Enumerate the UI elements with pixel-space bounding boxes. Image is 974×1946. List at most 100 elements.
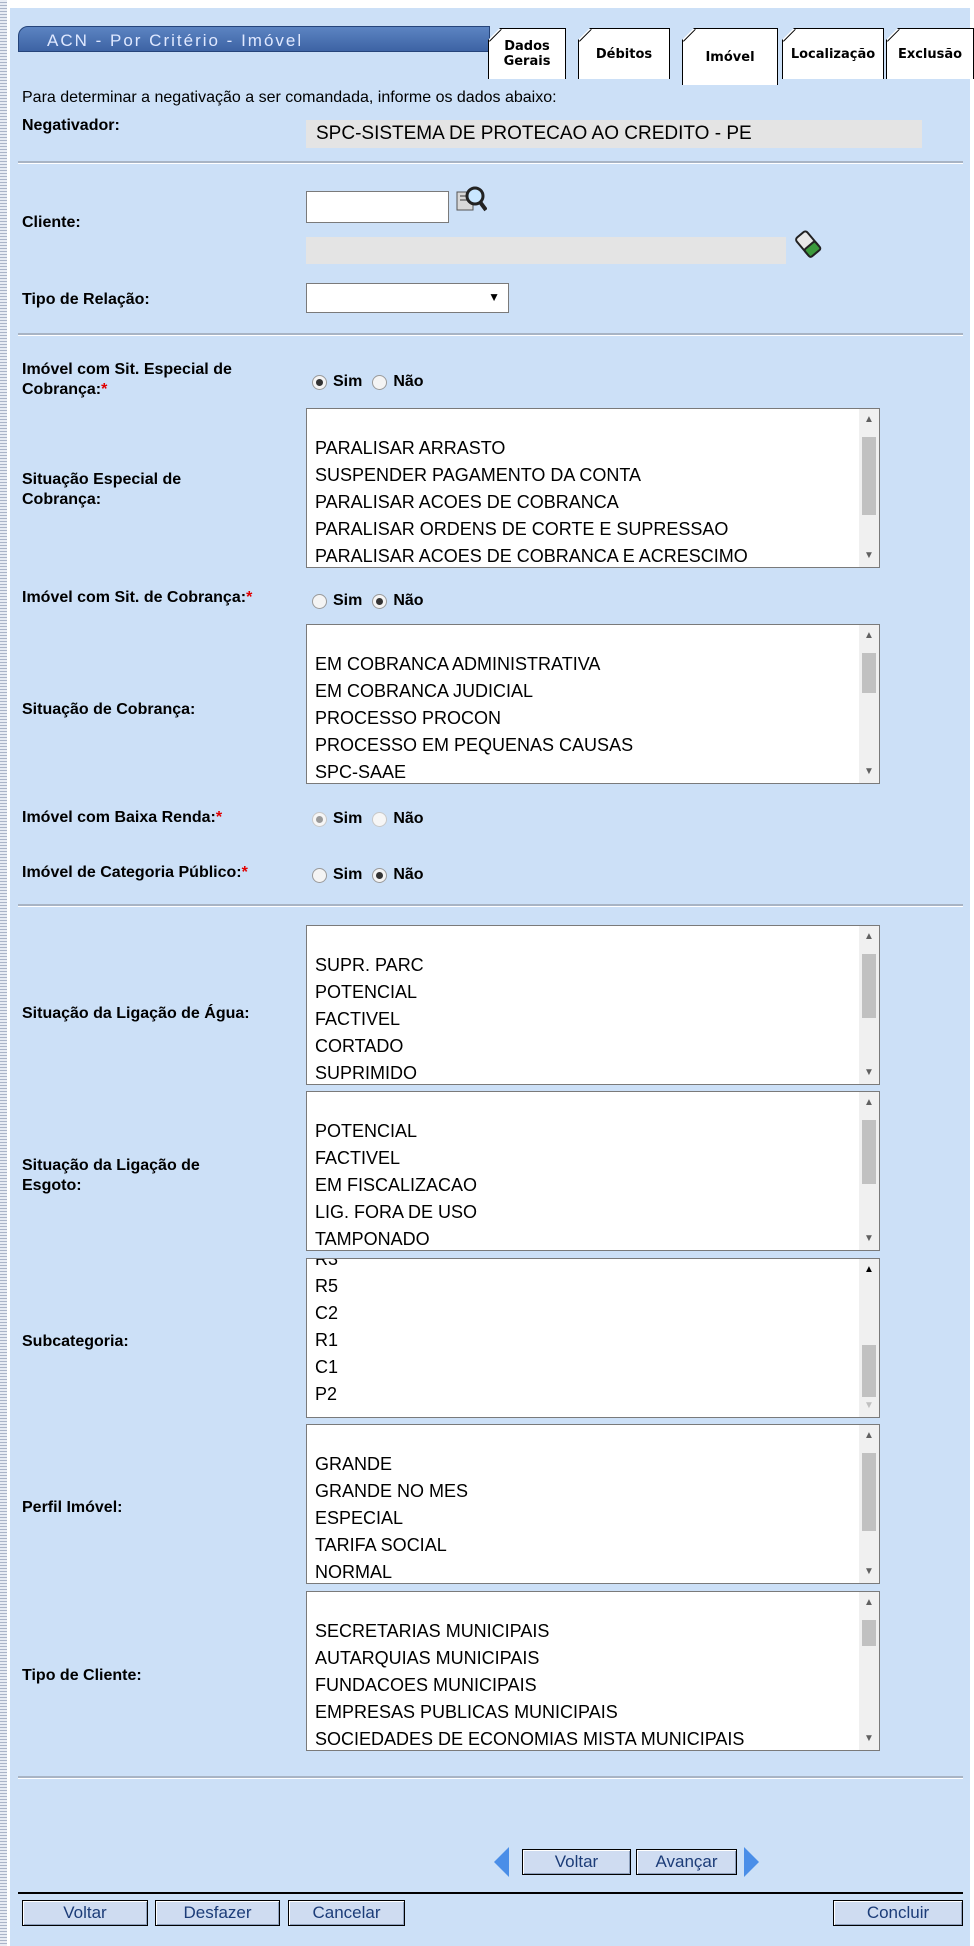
list-option[interactable]: PARALISAR ORDENS DE CORTE E SUPRESSAO <box>315 516 748 543</box>
list-option[interactable]: R3 <box>315 1259 338 1273</box>
cliente-input[interactable] <box>306 191 449 223</box>
scroll-thumb[interactable] <box>862 437 876 515</box>
scrollbar[interactable]: ▲ ▼ <box>859 1425 879 1583</box>
tab-exclusao[interactable]: Exclusão <box>886 28 974 79</box>
scrollbar[interactable]: ▲ ▼ <box>859 1092 879 1250</box>
list-option[interactable]: TAMPONADO <box>315 1226 477 1250</box>
footer-cancelar-button[interactable]: Cancelar <box>288 1900 405 1926</box>
tab-label: Imóvel <box>705 49 755 65</box>
list-option[interactable]: PROCESSO EM PEQUENAS CAUSAS <box>315 732 633 759</box>
list-option[interactable]: SOCIEDADES DE ECONOMIAS MISTA MUNICIPAIS <box>315 1726 744 1750</box>
scroll-down-icon[interactable]: ▼ <box>859 763 879 781</box>
scroll-thumb[interactable] <box>862 954 876 1018</box>
perfil-imovel-listbox[interactable]: GRANDE GRANDE NO MES ESPECIAL TARIFA SOC… <box>306 1424 880 1584</box>
ligacao-esgoto-label: Situação da Ligação de Esgoto: <box>22 1156 200 1196</box>
list-option[interactable]: C2 <box>315 1300 338 1327</box>
scroll-up-icon[interactable]: ▲ <box>859 627 879 645</box>
scroll-thumb[interactable] <box>862 1620 876 1646</box>
scroll-down-icon[interactable]: ▼ <box>859 1563 879 1581</box>
scrollbar[interactable]: ▲ ▼ <box>859 926 879 1084</box>
list-option[interactable]: SUPRIMIDO <box>315 1060 424 1084</box>
list-option[interactable]: PARALISAR ACOES DE COBRANCA E ACRESCIMO <box>315 543 748 567</box>
scrollbar[interactable]: ▲ ▼ <box>859 409 879 567</box>
list-option[interactable]: R1 <box>315 1327 338 1354</box>
sit-especial-nao-radio[interactable] <box>372 374 388 390</box>
scroll-down-icon[interactable]: ▼ <box>859 1064 879 1082</box>
scroll-down-icon[interactable]: ▼ <box>859 547 879 565</box>
list-option[interactable]: C1 <box>315 1354 338 1381</box>
list-option[interactable]: PARALISAR ARRASTO <box>315 435 748 462</box>
list-option[interactable]: FACTIVEL <box>315 1006 424 1033</box>
scroll-down-icon[interactable]: ▼ <box>859 1730 879 1748</box>
tab-dados-gerais[interactable]: Dados Gerais <box>488 28 566 79</box>
nav-avancar-button[interactable]: Avançar <box>636 1849 737 1875</box>
list-option[interactable]: EM FISCALIZACAO <box>315 1172 477 1199</box>
list-option[interactable]: PROCESSO PROCON <box>315 705 633 732</box>
categoria-publico-nao-radio[interactable] <box>372 867 388 883</box>
tab-imovel[interactable]: Imóvel <box>682 28 778 85</box>
list-option[interactable]: PARALISAR ACOES DE COBRANCA <box>315 489 748 516</box>
scroll-up-icon[interactable]: ▲ <box>859 1427 879 1445</box>
list-option[interactable]: EM COBRANCA JUDICIAL <box>315 678 633 705</box>
scroll-up-icon[interactable]: ▲ <box>859 411 879 429</box>
list-option[interactable]: SPC-SAAE <box>315 759 633 783</box>
categoria-publico-sim-radio[interactable] <box>312 867 327 883</box>
sit-especial-radio-group: Sim Não <box>312 373 424 391</box>
scroll-up-icon[interactable]: ▲ <box>859 1594 879 1612</box>
tipo-relacao-select[interactable]: ▼ <box>306 283 509 313</box>
search-icon[interactable] <box>455 184 488 221</box>
scrollbar[interactable]: ▲ ▼ <box>859 1259 879 1417</box>
scroll-thumb[interactable] <box>862 1120 876 1184</box>
label-text: Imóvel com Sit. de Cobrança: <box>22 589 247 606</box>
chevron-down-icon: ▼ <box>488 290 500 304</box>
situacao-especial-listbox[interactable]: PARALISAR ARRASTO SUSPENDER PAGAMENTO DA… <box>306 408 880 568</box>
list-option[interactable]: TARIFA SOCIAL <box>315 1532 468 1559</box>
scroll-thumb[interactable] <box>862 1453 876 1531</box>
scroll-down-icon[interactable]: ▼ <box>859 1397 879 1415</box>
subcategoria-listbox[interactable]: R3 R5 C2 R1 C1 P2 ▲ ▼ <box>306 1258 880 1418</box>
situacao-cobranca-listbox[interactable]: EM COBRANCA ADMINISTRATIVA EM COBRANCA J… <box>306 624 880 784</box>
list-option[interactable]: SUPR. PARC <box>315 952 424 979</box>
eraser-icon[interactable] <box>792 228 824 265</box>
sit-cobranca-sim-radio[interactable] <box>312 593 327 609</box>
footer-concluir-button[interactable]: Concluir <box>833 1900 963 1926</box>
list-option[interactable]: P2 <box>315 1381 338 1408</box>
list-option[interactable]: R5 <box>315 1273 338 1300</box>
scroll-up-icon[interactable]: ▲ <box>859 1094 879 1112</box>
tipo-cliente-listbox[interactable]: SECRETARIAS MUNICIPAIS AUTARQUIAS MUNICI… <box>306 1591 880 1751</box>
sit-especial-sim-radio[interactable] <box>312 374 327 390</box>
list-option[interactable]: SECRETARIAS MUNICIPAIS <box>315 1618 744 1645</box>
ligacao-esgoto-listbox[interactable]: POTENCIAL FACTIVEL EM FISCALIZACAO LIG. … <box>306 1091 880 1251</box>
label-text: Imóvel de Categoria Público: <box>22 864 242 881</box>
footer-voltar-button[interactable]: Voltar <box>22 1900 148 1926</box>
tab-debitos[interactable]: Débitos <box>578 28 670 79</box>
arrow-left-icon[interactable] <box>494 1847 509 1877</box>
scrollbar[interactable]: ▲ ▼ <box>859 1592 879 1750</box>
arrow-right-icon[interactable] <box>744 1847 759 1877</box>
list-option[interactable]: GRANDE <box>315 1451 468 1478</box>
footer-desfazer-button[interactable]: Desfazer <box>155 1900 280 1926</box>
ligacao-agua-listbox[interactable]: SUPR. PARC POTENCIAL FACTIVEL CORTADO SU… <box>306 925 880 1085</box>
list-option[interactable]: EM COBRANCA ADMINISTRATIVA <box>315 651 633 678</box>
sit-cobranca-nao-radio[interactable] <box>372 593 388 609</box>
list-option[interactable]: POTENCIAL <box>315 979 424 1006</box>
list-option[interactable]: AUTARQUIAS MUNICIPAIS <box>315 1645 744 1672</box>
list-option[interactable]: EMPRESAS PUBLICAS MUNICIPAIS <box>315 1699 744 1726</box>
list-option[interactable]: FUNDACOES MUNICIPAIS <box>315 1672 744 1699</box>
list-option[interactable]: LIG. FORA DE USO <box>315 1199 477 1226</box>
scroll-up-icon[interactable]: ▲ <box>859 1261 879 1279</box>
list-option[interactable]: GRANDE NO MES <box>315 1478 468 1505</box>
scroll-up-icon[interactable]: ▲ <box>859 928 879 946</box>
list-option[interactable]: FACTIVEL <box>315 1145 477 1172</box>
tab-localizacao[interactable]: Localização <box>782 28 884 79</box>
scroll-thumb[interactable] <box>862 653 876 693</box>
list-option[interactable]: ESPECIAL <box>315 1505 468 1532</box>
list-option[interactable]: POTENCIAL <box>315 1118 477 1145</box>
list-option[interactable]: CORTADO <box>315 1033 424 1060</box>
list-option[interactable]: NORMAL <box>315 1559 468 1583</box>
scrollbar[interactable]: ▲ ▼ <box>859 625 879 783</box>
list-option[interactable]: SUSPENDER PAGAMENTO DA CONTA <box>315 462 748 489</box>
scroll-down-icon[interactable]: ▼ <box>859 1230 879 1248</box>
scroll-thumb[interactable] <box>862 1345 876 1397</box>
nav-voltar-button[interactable]: Voltar <box>522 1849 631 1875</box>
